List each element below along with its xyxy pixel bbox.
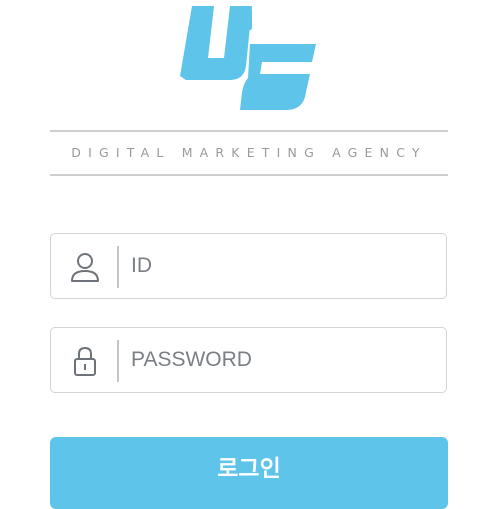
divider-top: [50, 130, 448, 132]
password-input[interactable]: [131, 336, 431, 384]
user-icon: [68, 250, 102, 284]
id-field[interactable]: [50, 233, 447, 299]
login-button-label: 로그인: [217, 456, 281, 482]
password-field[interactable]: [50, 327, 447, 393]
brand-logo: [178, 6, 322, 110]
id-input[interactable]: [131, 242, 431, 290]
lock-icon: [68, 344, 102, 378]
field-separator: [117, 340, 119, 382]
brand-tagline: DIGITAL MARKETING AGENCY: [71, 145, 427, 160]
login-button[interactable]: 로그인: [50, 437, 448, 509]
divider-bottom: [50, 174, 448, 176]
field-separator: [117, 246, 119, 288]
